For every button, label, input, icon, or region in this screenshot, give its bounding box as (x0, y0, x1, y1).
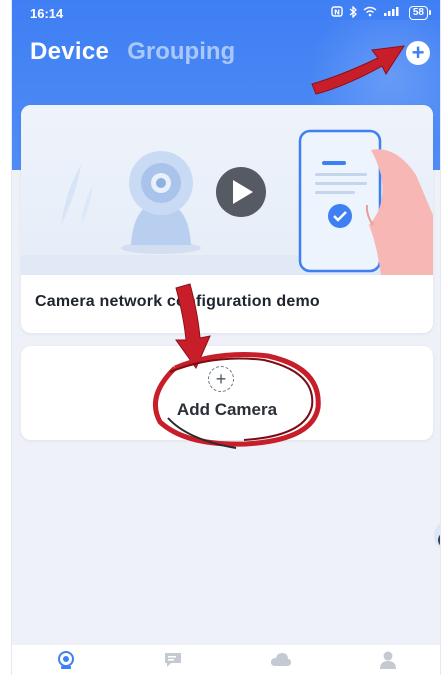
nav-device[interactable] (46, 648, 86, 672)
dashed-plus-icon[interactable]: + (208, 366, 234, 392)
tab-bar: Device Grouping (30, 38, 235, 66)
demo-card-title: Camera network configuration demo (35, 293, 320, 310)
checkmark-icon (328, 204, 352, 228)
message-nav-icon (165, 653, 182, 667)
camera-illustration-icon (121, 151, 201, 254)
phone-illustration-icon (298, 129, 382, 273)
wifi-icon (363, 6, 377, 20)
tab-device[interactable]: Device (30, 38, 109, 66)
nav-cloud[interactable] (261, 648, 301, 672)
tab-grouping[interactable]: Grouping (127, 38, 235, 66)
profile-nav-icon (380, 651, 397, 669)
add-camera-label[interactable]: Add Camera (12, 400, 440, 420)
status-bar: 16:14 N 58 (12, 0, 440, 26)
plus-circle-icon: + (411, 40, 425, 65)
nfc-icon: N (331, 6, 343, 20)
battery-indicator: 58 (408, 6, 432, 20)
nav-profile[interactable] (368, 648, 408, 672)
signal-icon (383, 6, 403, 20)
status-time: 16:14 (30, 5, 64, 21)
nav-messages[interactable] (153, 648, 193, 672)
bottom-navigation (12, 645, 440, 675)
demo-video-card[interactable]: Camera network configuration demo (21, 105, 433, 333)
cloud-nav-icon (270, 653, 291, 666)
demo-banner-illustration (21, 129, 433, 275)
play-icon (216, 167, 266, 217)
demo-banner (21, 105, 433, 275)
floating-assistant-icon[interactable] (430, 512, 440, 556)
add-camera-card[interactable] (21, 346, 433, 440)
app-screen: 16:14 N 58 Device Grouping + Camera netw… (11, 0, 441, 675)
add-device-button[interactable]: + (406, 41, 430, 65)
bluetooth-icon (349, 4, 357, 21)
svg-text:N: N (334, 8, 340, 16)
camera-nav-icon (57, 651, 74, 669)
status-icons: N 58 (331, 4, 432, 21)
